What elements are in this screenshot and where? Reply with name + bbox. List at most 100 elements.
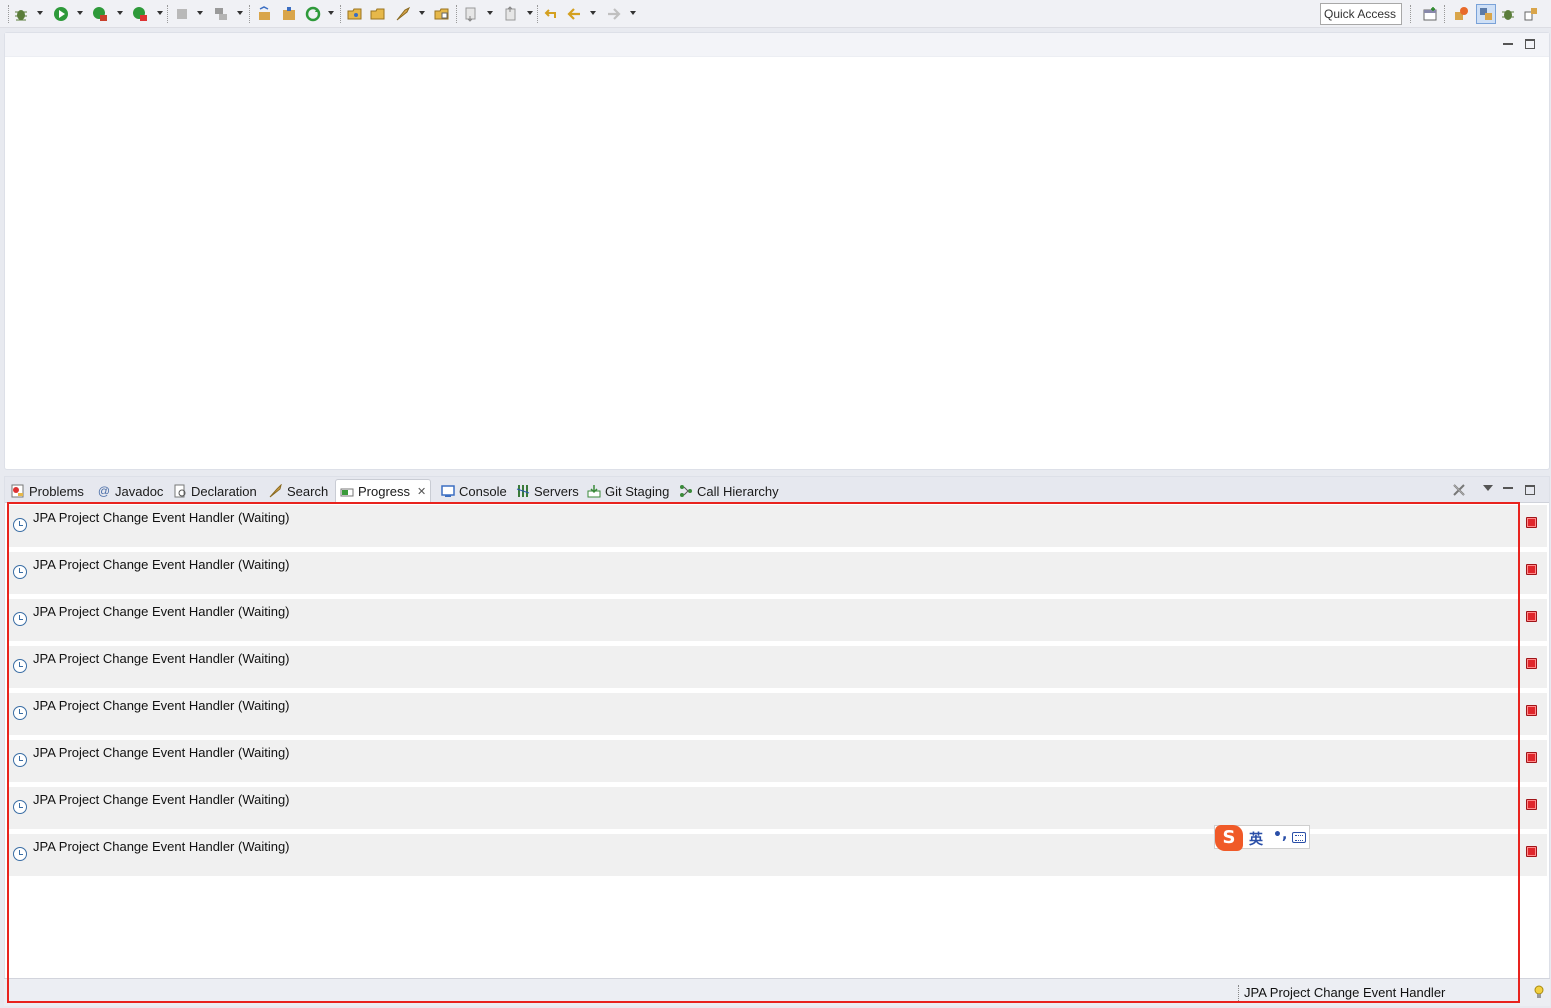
external-tools-icon[interactable] [131, 5, 149, 23]
cancel-job-icon[interactable] [1526, 658, 1537, 669]
cancel-job-icon[interactable] [1526, 846, 1537, 857]
java-ee-perspective-icon[interactable] [1452, 5, 1470, 23]
forward-dropdown-icon[interactable] [630, 11, 636, 15]
list-item[interactable]: JPA Project Change Event Handler (Waitin… [9, 552, 1547, 594]
cancel-job-icon[interactable] [1526, 705, 1537, 716]
waiting-clock-icon [13, 659, 27, 673]
open-resource-icon[interactable] [433, 5, 451, 23]
ime-punctuation-toggle[interactable]: •, [1273, 827, 1287, 843]
tab-javadoc[interactable]: @ Javadoc [93, 479, 167, 503]
toolbar-separator [456, 5, 457, 23]
run-icon[interactable] [52, 5, 70, 23]
close-icon[interactable]: ✕ [417, 485, 426, 498]
job-label: JPA Project Change Event Handler (Waitin… [33, 510, 290, 525]
toolbar-separator [8, 5, 9, 23]
new-java-package-icon[interactable] [256, 5, 274, 23]
progress-icon [340, 485, 354, 499]
toolbar-separator [1410, 5, 1411, 23]
debug-dropdown-icon[interactable] [37, 11, 43, 15]
minimize-icon[interactable] [1503, 483, 1513, 489]
status-bar: JPA Project Change Event Handler [4, 978, 1550, 1006]
next-annotation-dropdown-icon[interactable] [487, 11, 493, 15]
job-label: JPA Project Change Event Handler (Waitin… [33, 839, 290, 854]
open-task-icon[interactable] [394, 5, 412, 23]
ime-language-toggle[interactable]: 英 [1249, 829, 1263, 849]
ime-toolbar[interactable]: S 英 •, [1214, 825, 1310, 851]
list-item[interactable]: JPA Project Change Event Handler (Waitin… [9, 787, 1547, 829]
debug-icon[interactable] [12, 5, 30, 23]
tab-label: Search [287, 483, 329, 499]
view-menu-icon[interactable] [1483, 485, 1493, 491]
editor-area [4, 32, 1550, 470]
refresh-icon[interactable] [304, 5, 322, 23]
build-dropdown-icon[interactable] [237, 11, 243, 15]
tab-servers[interactable]: Servers [512, 479, 583, 503]
status-job-text[interactable]: JPA Project Change Event Handler [1244, 985, 1445, 1000]
tab-label: Git Staging [605, 483, 670, 499]
lightbulb-icon[interactable] [1534, 985, 1544, 999]
next-annotation-icon[interactable] [462, 5, 480, 23]
maximize-icon[interactable] [1525, 39, 1535, 49]
prev-annotation-dropdown-icon[interactable] [527, 11, 533, 15]
coverage-dropdown-icon[interactable] [117, 11, 123, 15]
tab-search[interactable]: Search [265, 479, 332, 503]
run-dropdown-icon[interactable] [77, 11, 83, 15]
tab-progress[interactable]: Progress ✕ [335, 479, 432, 503]
ime-logo-icon[interactable]: S [1215, 825, 1243, 851]
keyboard-icon[interactable] [1292, 832, 1306, 843]
view-tab-bar: Problems @ Javadoc Declaration Search Pr… [5, 477, 1549, 503]
tab-label: Progress [358, 484, 411, 499]
forward-icon[interactable] [605, 5, 623, 23]
back-dropdown-icon[interactable] [590, 11, 596, 15]
tab-label: Servers [534, 483, 579, 499]
debug-perspective-icon[interactable] [1499, 5, 1517, 23]
git-perspective-icon[interactable] [1522, 5, 1540, 23]
tab-label: Javadoc [115, 483, 164, 499]
open-perspective-icon[interactable] [1421, 5, 1439, 23]
main-toolbar: Quick Access [0, 0, 1551, 28]
maximize-icon[interactable] [1525, 485, 1535, 495]
javadoc-icon: @ [97, 484, 111, 498]
quick-access-input[interactable]: Quick Access [1320, 3, 1402, 25]
new-class-icon[interactable] [280, 5, 298, 23]
remove-all-finished-icon[interactable] [1451, 482, 1467, 498]
list-item[interactable]: JPA Project Change Event Handler (Waitin… [9, 599, 1547, 641]
tab-problems[interactable]: Problems [7, 479, 88, 503]
java-perspective-icon[interactable] [1476, 4, 1496, 24]
console-icon [441, 484, 455, 498]
refresh-dropdown-icon[interactable] [328, 11, 334, 15]
tab-console[interactable]: Console [437, 479, 511, 503]
waiting-clock-icon [13, 612, 27, 626]
back-icon[interactable] [565, 5, 583, 23]
open-folder-icon[interactable] [369, 5, 387, 23]
cancel-job-icon[interactable] [1526, 799, 1537, 810]
cancel-job-icon[interactable] [1526, 564, 1537, 575]
minimize-icon[interactable] [1503, 39, 1513, 45]
tab-git-staging[interactable]: Git Staging [583, 479, 673, 503]
tab-label: Problems [29, 483, 84, 499]
list-item[interactable]: JPA Project Change Event Handler (Waitin… [9, 740, 1547, 782]
prev-annotation-icon[interactable] [502, 5, 520, 23]
coverage-icon[interactable] [91, 5, 109, 23]
toolbar-separator [537, 5, 538, 23]
external-tools-dropdown-icon[interactable] [157, 11, 163, 15]
toolbar-separator [1444, 5, 1445, 23]
stop-dropdown-icon[interactable] [197, 11, 203, 15]
cancel-job-icon[interactable] [1526, 517, 1537, 528]
tab-call-hierarchy[interactable]: Call Hierarchy [675, 479, 783, 503]
list-item[interactable]: JPA Project Change Event Handler (Waitin… [9, 505, 1547, 547]
list-item[interactable]: JPA Project Change Event Handler (Waitin… [9, 646, 1547, 688]
last-edit-icon[interactable] [541, 5, 559, 23]
cancel-job-icon[interactable] [1526, 611, 1537, 622]
list-item[interactable]: JPA Project Change Event Handler (Waitin… [9, 693, 1547, 735]
stop-icon[interactable] [173, 5, 191, 23]
open-type-icon[interactable] [346, 5, 364, 23]
cancel-job-icon[interactable] [1526, 752, 1537, 763]
list-item[interactable]: JPA Project Change Event Handler (Waitin… [9, 834, 1547, 876]
declaration-icon [173, 484, 187, 498]
waiting-clock-icon [13, 847, 27, 861]
waiting-clock-icon [13, 753, 27, 767]
tab-declaration[interactable]: Declaration [169, 479, 261, 503]
open-task-dropdown-icon[interactable] [419, 11, 425, 15]
build-icon[interactable] [212, 5, 230, 23]
